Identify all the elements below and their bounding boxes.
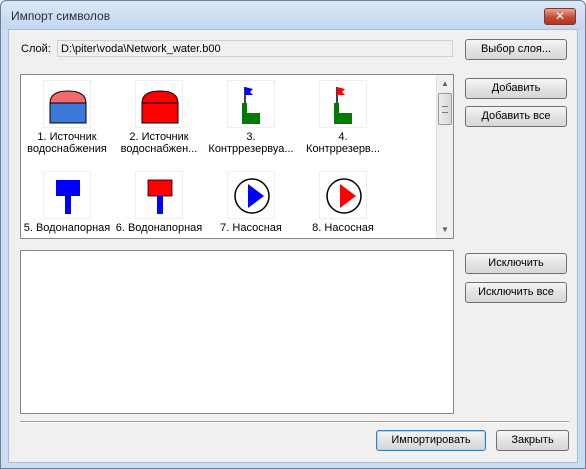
- symbol-caption: 1. Источник водоснабжения: [27, 131, 107, 155]
- pump-station-icon: [227, 171, 275, 219]
- scroll-down-icon[interactable]: ▼: [437, 221, 453, 238]
- window-title: Импорт символов: [11, 9, 111, 23]
- import-symbols-dialog: Импорт символов ✕ Слой: D:\piter\voda\Ne…: [0, 0, 586, 469]
- exclude-button[interactable]: Исключить: [465, 253, 567, 274]
- symbol-item[interactable]: 8. Насосная: [297, 171, 389, 234]
- exclude-all-button[interactable]: Исключить все: [465, 282, 567, 303]
- symbol-item[interactable]: 6. Водонапорная: [113, 171, 205, 234]
- symbol-item[interactable]: 2. Источник водоснабжен...: [113, 80, 205, 155]
- symbol-caption: 2. Источник водоснабжен...: [120, 131, 198, 155]
- counter-reservoir-icon: [227, 80, 275, 128]
- symbol-caption: 6. Водонапорная: [115, 222, 203, 234]
- dialog-body: Слой: D:\piter\voda\Network_water.b00 Вы…: [8, 29, 578, 463]
- symbol-item[interactable]: 3. Контррезервуа...: [205, 80, 297, 155]
- counter-reservoir-icon: [319, 80, 367, 128]
- add-button[interactable]: Добавить: [465, 78, 567, 99]
- close-button[interactable]: Закрыть: [496, 430, 569, 451]
- vertical-scrollbar[interactable]: ▲ ▼: [436, 75, 453, 238]
- reservoir-icon: [43, 80, 91, 128]
- select-layer-button[interactable]: Выбор слоя...: [465, 39, 567, 60]
- layer-label: Слой:: [21, 43, 51, 55]
- reservoir-icon: [135, 80, 183, 128]
- close-window-button[interactable]: ✕: [544, 8, 576, 25]
- add-all-button[interactable]: Добавить все: [465, 106, 567, 127]
- import-button[interactable]: Импортировать: [376, 430, 486, 451]
- water-tower-icon: [135, 171, 183, 219]
- selected-symbols-list[interactable]: [20, 250, 454, 414]
- symbol-item[interactable]: 4. Контррезерв...: [297, 80, 389, 155]
- symbol-item[interactable]: 5. Водонапорная: [21, 171, 113, 234]
- scroll-up-icon[interactable]: ▲: [437, 75, 453, 92]
- available-symbols-list[interactable]: 1. Источник водоснабжения 2. Источник во…: [20, 74, 454, 239]
- water-tower-icon: [43, 171, 91, 219]
- symbol-caption: 7. Насосная: [220, 222, 282, 234]
- symbol-item[interactable]: 1. Источник водоснабжения: [21, 80, 113, 155]
- pump-station-icon: [319, 171, 367, 219]
- symbol-caption: 4. Контррезерв...: [306, 131, 380, 155]
- title-bar[interactable]: Импорт символов ✕: [1, 1, 585, 29]
- layer-path-field: D:\piter\voda\Network_water.b00: [57, 40, 453, 57]
- scroll-thumb[interactable]: [438, 93, 452, 125]
- symbol-caption: 3. Контррезервуа...: [208, 131, 294, 155]
- symbol-caption: 8. Насосная: [312, 222, 374, 234]
- symbol-caption: 5. Водонапорная: [23, 222, 111, 234]
- separator: [20, 421, 569, 423]
- symbol-item[interactable]: 7. Насосная: [205, 171, 297, 234]
